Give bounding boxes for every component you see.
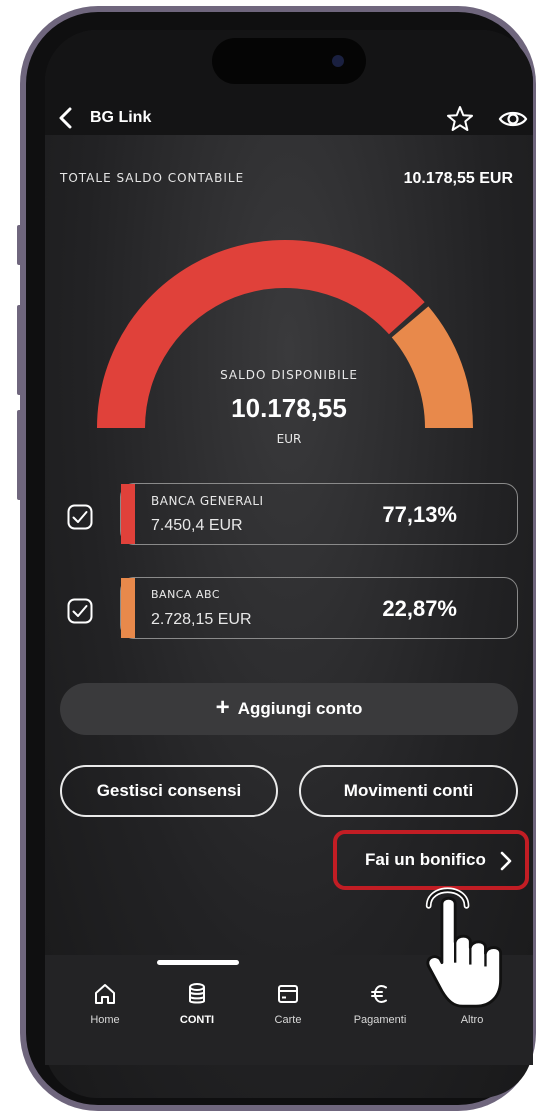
total-balance-label: TOTALE SALDO CONTABILE: [60, 171, 245, 185]
total-balance-value: 10.178,55 EUR: [403, 170, 513, 187]
pointing-hand-icon: [425, 887, 503, 1008]
page-title: BG Link: [90, 109, 152, 126]
tab-home-label: Home: [90, 1014, 120, 1026]
account-movements-label: Movimenti conti: [343, 781, 474, 800]
back-chevron-icon[interactable]: [55, 106, 79, 130]
plus-icon: +: [215, 694, 230, 721]
eye-icon[interactable]: [498, 107, 528, 131]
camera-icon: [332, 55, 344, 67]
account-card-banca-abc[interactable]: BANCA ABC 2.728,15 EUR 22,87%: [120, 577, 518, 639]
account-percent: 77,13%: [382, 502, 457, 527]
tab-carte-label: Carte: [274, 1014, 302, 1026]
available-balance-label: SALDO DISPONIBILE: [220, 368, 358, 382]
available-balance-value: 10.178,55: [231, 393, 347, 423]
add-account-label: Aggiungi conto: [237, 699, 363, 718]
volume-up-button: [17, 305, 22, 395]
tab-pagamenti[interactable]: Pagamenti: [335, 982, 425, 1026]
mute-switch: [17, 225, 22, 265]
checkbox-icon[interactable]: [67, 598, 93, 624]
tab-conti[interactable]: CONTI: [152, 982, 242, 1026]
manage-consents-button[interactable]: Gestisci consensi: [60, 765, 278, 817]
checkbox-icon[interactable]: [67, 504, 93, 530]
account-color-bar: [121, 484, 135, 544]
account-movements-button[interactable]: Movimenti conti: [299, 765, 518, 817]
card-icon: [278, 985, 298, 1003]
account-name: BANCA GENERALI: [151, 494, 264, 508]
transfer-label: Fai un bonifico: [365, 850, 486, 869]
account-name: BANCA ABC: [151, 588, 221, 601]
account-amount: 2.728,15 EUR: [151, 611, 252, 628]
database-icon: [189, 983, 205, 1004]
account-card-banca-generali[interactable]: BANCA GENERALI 7.450,4 EUR 77,13%: [120, 483, 518, 545]
tab-carte[interactable]: Carte: [243, 982, 333, 1026]
account-amount: 7.450,4 EUR: [151, 517, 243, 534]
tab-pagamenti-label: Pagamenti: [353, 1014, 407, 1026]
tab-conti-label: CONTI: [179, 1014, 215, 1026]
star-icon[interactable]: [446, 105, 474, 133]
tab-altro-label: Altro: [460, 1014, 484, 1026]
account-color-bar: [121, 578, 135, 638]
add-account-button[interactable]: + Aggiungi conto: [60, 683, 518, 735]
dynamic-island: [212, 38, 366, 84]
volume-down-button: [17, 410, 22, 500]
euro-icon: [371, 984, 387, 1004]
home-icon: [95, 984, 115, 1004]
available-balance-currency: EUR: [276, 432, 302, 446]
active-tab-indicator: [157, 960, 239, 965]
account-percent: 22,87%: [382, 596, 457, 621]
manage-consents-label: Gestisci consensi: [96, 781, 242, 800]
tab-home[interactable]: Home: [60, 982, 150, 1026]
